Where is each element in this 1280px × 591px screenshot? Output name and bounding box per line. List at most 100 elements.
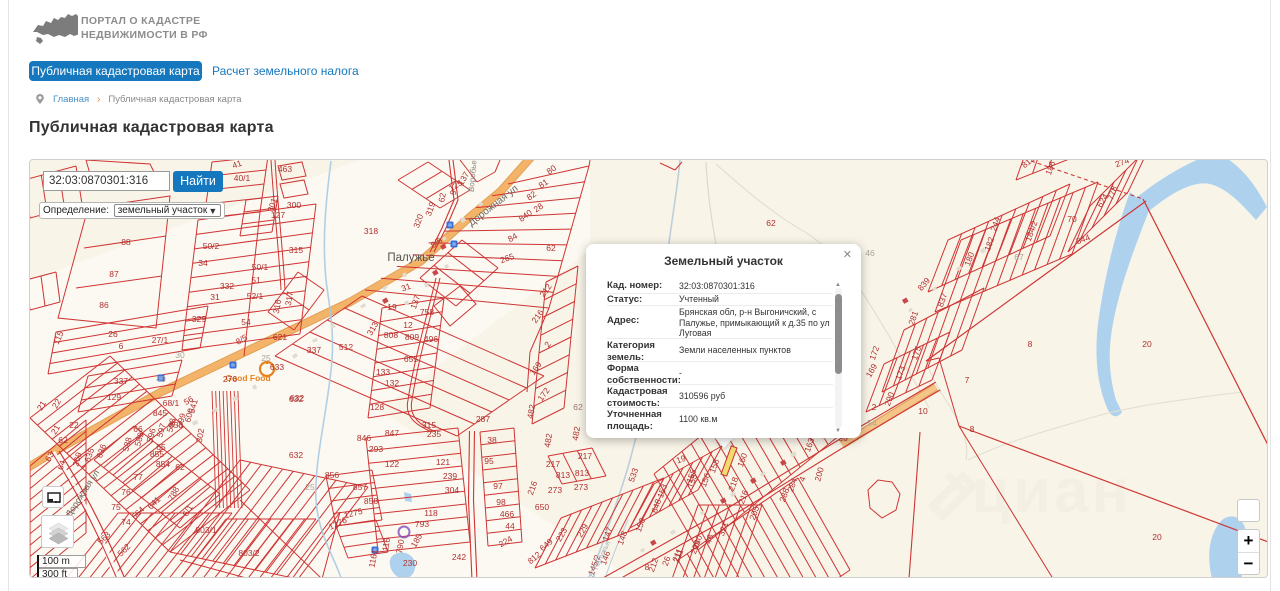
svg-text:230: 230 (403, 558, 417, 568)
svg-text:242: 242 (452, 552, 466, 562)
svg-text:315: 315 (289, 245, 303, 255)
svg-text:54: 54 (241, 317, 251, 327)
svg-text:803/1: 803/1 (195, 525, 217, 535)
svg-text:853: 853 (169, 420, 183, 430)
svg-text:632: 632 (289, 450, 303, 460)
svg-text:66: 66 (133, 424, 143, 434)
svg-text:75: 75 (111, 502, 121, 512)
svg-text:50/1: 50/1 (252, 262, 269, 272)
svg-text:76: 76 (121, 487, 131, 497)
svg-text:332: 332 (220, 281, 234, 291)
svg-text:858: 858 (364, 496, 378, 506)
svg-text:77: 77 (133, 472, 143, 482)
svg-text:2: 2 (872, 402, 877, 412)
svg-text:813: 813 (556, 470, 570, 480)
svg-text:70: 70 (1067, 214, 1077, 224)
svg-text:337: 337 (307, 345, 321, 355)
svg-text:276: 276 (223, 374, 237, 384)
svg-text:31: 31 (210, 292, 220, 302)
svg-text:98: 98 (496, 497, 506, 507)
svg-text:846: 846 (357, 433, 371, 443)
svg-text:855: 855 (150, 449, 164, 459)
svg-text:856: 856 (325, 470, 339, 480)
svg-text:54: 54 (867, 418, 877, 428)
svg-text:50/2: 50/2 (203, 241, 220, 251)
svg-text:632: 632 (290, 393, 304, 403)
svg-text:25: 25 (261, 353, 271, 363)
svg-text:20: 20 (1142, 339, 1152, 349)
svg-text:10: 10 (918, 406, 928, 416)
svg-text:300: 300 (287, 200, 301, 210)
svg-text:122: 122 (385, 459, 399, 469)
svg-text:12: 12 (403, 320, 413, 330)
svg-text:88: 88 (121, 237, 131, 247)
svg-text:621: 621 (273, 332, 287, 342)
svg-text:26: 26 (108, 329, 118, 339)
svg-text:62: 62 (175, 462, 185, 472)
svg-text:121: 121 (436, 457, 450, 467)
svg-text:512: 512 (339, 342, 353, 352)
svg-text:304: 304 (445, 485, 459, 495)
svg-text:118: 118 (424, 508, 438, 518)
svg-text:86: 86 (99, 300, 109, 310)
svg-text:19: 19 (387, 302, 397, 312)
svg-text:847: 847 (385, 428, 399, 438)
svg-text:38: 38 (487, 435, 497, 445)
svg-text:8: 8 (1028, 339, 1033, 349)
svg-text:463: 463 (278, 164, 292, 174)
svg-text:235: 235 (427, 429, 441, 439)
svg-text:650: 650 (535, 502, 549, 512)
svg-text:132: 132 (385, 378, 399, 388)
svg-text:857: 857 (353, 482, 367, 492)
svg-text:25: 25 (305, 482, 315, 492)
svg-text:127: 127 (271, 210, 285, 220)
svg-text:40: 40 (156, 374, 166, 384)
svg-text:129: 129 (107, 392, 121, 402)
svg-text:318: 318 (364, 226, 378, 236)
svg-text:20: 20 (1152, 532, 1162, 542)
svg-text:51: 51 (251, 275, 261, 285)
svg-text:329: 329 (192, 314, 206, 324)
svg-text:62: 62 (766, 218, 776, 228)
svg-text:655: 655 (404, 354, 418, 364)
svg-text:496: 496 (424, 334, 438, 344)
svg-text:133: 133 (376, 367, 390, 377)
svg-text:62: 62 (436, 192, 448, 203)
svg-text:циан: циан (972, 457, 1132, 526)
svg-text:95: 95 (484, 456, 494, 466)
svg-text:758: 758 (420, 307, 434, 317)
svg-text:30: 30 (175, 350, 185, 360)
svg-text:44: 44 (505, 521, 515, 531)
svg-text:8: 8 (645, 562, 650, 572)
svg-text:793: 793 (415, 519, 429, 529)
svg-text:803/2: 803/2 (238, 548, 260, 558)
svg-text:337: 337 (114, 376, 128, 386)
svg-text:273: 273 (548, 485, 562, 495)
svg-text:808: 808 (384, 330, 398, 340)
svg-text:845: 845 (153, 408, 167, 418)
svg-text:40/1: 40/1 (234, 173, 251, 183)
svg-text:8: 8 (970, 424, 975, 434)
svg-text:128: 128 (370, 402, 384, 412)
svg-text:813: 813 (575, 468, 589, 478)
svg-text:62: 62 (58, 435, 68, 445)
svg-text:287: 287 (476, 414, 490, 424)
svg-text:97: 97 (493, 481, 503, 491)
svg-text:52/1: 52/1 (247, 291, 264, 301)
svg-text:239: 239 (443, 471, 457, 481)
svg-text:466: 466 (500, 509, 514, 519)
svg-text:22: 22 (69, 420, 79, 430)
svg-text:6: 6 (119, 341, 124, 351)
svg-text:809: 809 (405, 332, 419, 342)
svg-text:217: 217 (578, 451, 592, 461)
svg-text:854: 854 (156, 459, 170, 469)
svg-text:68/1: 68/1 (163, 398, 180, 408)
svg-text:67: 67 (1014, 252, 1024, 262)
svg-text:27/1: 27/1 (152, 335, 169, 345)
svg-text:293: 293 (369, 444, 383, 454)
svg-text:34: 34 (198, 258, 208, 268)
svg-text:87: 87 (109, 269, 119, 279)
svg-text:62: 62 (546, 243, 556, 253)
svg-text:217: 217 (546, 459, 560, 469)
svg-text:633: 633 (270, 362, 284, 372)
